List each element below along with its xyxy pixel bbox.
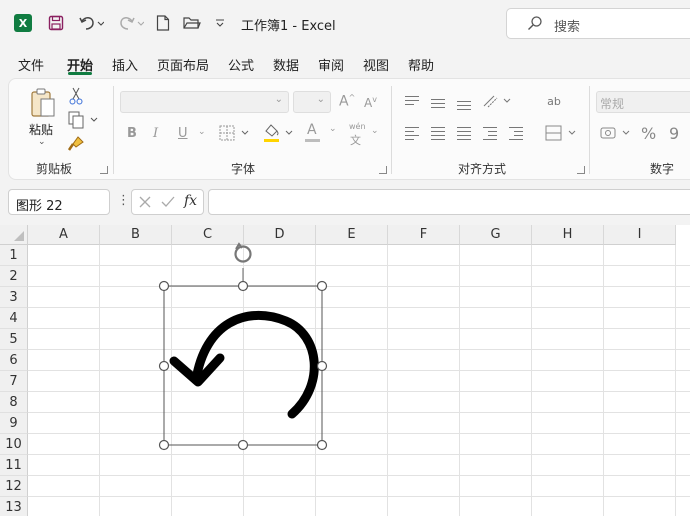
font-family-select[interactable]: ⌄ — [120, 91, 289, 113]
formula-input[interactable] — [208, 189, 690, 215]
cut-icon[interactable] — [66, 86, 86, 106]
alignment-group-label: 对齐方式 — [458, 162, 507, 176]
copy-icon[interactable] — [66, 110, 100, 130]
percent-style-button[interactable]: % — [641, 124, 656, 143]
font-group-label: 字体 — [231, 162, 256, 176]
resize-handle-w[interactable] — [158, 360, 170, 372]
comma-style-button[interactable]: 9 — [669, 124, 679, 143]
align-middle-icon[interactable] — [431, 96, 445, 108]
phonetic-bottom: 文 — [350, 134, 361, 147]
chevron-down-icon: ⌄ — [329, 124, 337, 134]
more-options-icon[interactable]: ⋮ — [117, 193, 130, 208]
grow-font-label: A — [339, 93, 349, 110]
tab-view[interactable]: 视图 — [363, 55, 389, 74]
wrap-text-glyph: ab — [547, 94, 561, 108]
resize-handle-sw[interactable] — [158, 439, 170, 451]
chevron-down-icon: ⌄ — [371, 126, 379, 136]
align-left-icon[interactable] — [405, 124, 419, 140]
resize-handle-n[interactable] — [237, 280, 249, 292]
number-group-label: 数字 — [650, 162, 675, 176]
formula-controls: fx — [131, 189, 204, 215]
align-center-icon[interactable] — [431, 124, 445, 140]
tab-review[interactable]: 审阅 — [318, 55, 344, 74]
tab-insert[interactable]: 插入 — [112, 55, 138, 74]
selection-frame — [163, 285, 323, 446]
format-painter-icon[interactable] — [66, 134, 86, 154]
increase-indent-icon[interactable] — [509, 124, 523, 140]
resize-handle-e[interactable] — [316, 360, 328, 372]
active-tab-indicator — [68, 72, 92, 75]
shrink-font-icon[interactable]: Av — [364, 95, 377, 110]
new-file-icon[interactable] — [154, 13, 172, 33]
ribbon-separator — [589, 86, 590, 174]
tab-file[interactable]: 文件 — [18, 55, 44, 74]
excel-logo-icon: X — [14, 14, 32, 32]
tab-formulas[interactable]: 公式 — [228, 55, 254, 74]
redo-icon[interactable] — [116, 13, 146, 33]
search-icon — [527, 15, 543, 34]
font-dialog-launcher-icon[interactable] — [379, 166, 387, 174]
paste-icon[interactable] — [28, 86, 58, 120]
alignment-dialog-launcher-icon[interactable] — [577, 166, 585, 174]
shrink-font-label: A — [364, 96, 373, 110]
title-bar: X 工作簿1 - Excel 搜索 — [0, 0, 690, 46]
customize-qat-icon[interactable] — [212, 13, 228, 33]
tab-data[interactable]: 数据 — [273, 55, 299, 74]
paste-dropdown-icon[interactable]: ⌄ — [38, 137, 46, 147]
merge-center-icon[interactable] — [543, 123, 579, 143]
underline-dropdown-icon[interactable]: ⌄ — [198, 127, 206, 137]
clipboard-dialog-launcher-icon[interactable] — [100, 166, 108, 174]
number-format-select[interactable]: 常规 — [596, 91, 690, 113]
font-color-letter: A — [307, 122, 317, 138]
resize-handle-se[interactable] — [316, 439, 328, 451]
open-folder-icon[interactable] — [181, 13, 203, 33]
phonetic-top: wén — [349, 122, 366, 131]
chevron-down-icon: ⌄ — [316, 94, 325, 105]
bold-button[interactable]: B — [127, 126, 137, 141]
tab-page-layout[interactable]: 页面布局 — [157, 55, 209, 74]
decrease-indent-icon[interactable] — [483, 124, 497, 140]
font-color-bar — [305, 139, 320, 142]
borders-icon[interactable] — [216, 123, 254, 143]
chevron-down-icon: ⌄ — [274, 94, 283, 105]
resize-handle-nw[interactable] — [158, 280, 170, 292]
fill-color-icon[interactable] — [260, 121, 298, 145]
wrap-text-icon[interactable]: ab — [544, 90, 564, 112]
font-size-select[interactable]: ⌄ — [293, 91, 331, 113]
font-color-icon[interactable]: A ⌄ — [302, 121, 340, 145]
document-title: 工作簿1 - Excel — [241, 19, 336, 34]
phonetic-guide-icon[interactable]: wén 文 ⌄ — [346, 122, 382, 147]
align-top-icon[interactable] — [405, 93, 419, 105]
ribbon-separator — [391, 86, 392, 174]
resize-handle-ne[interactable] — [316, 280, 328, 292]
resize-handle-s[interactable] — [237, 439, 249, 451]
italic-button[interactable]: I — [153, 126, 158, 141]
underline-button[interactable]: U — [178, 126, 188, 141]
enter-icon[interactable] — [160, 195, 176, 212]
number-format-value: 常规 — [600, 97, 625, 111]
tab-help[interactable]: 帮助 — [408, 55, 434, 74]
chevron-down-icon: ⌄ — [16, 195, 26, 208]
save-icon[interactable] — [46, 13, 66, 33]
ribbon-tabs: 文件 开始 插入 页面布局 公式 数据 审阅 视图 帮助 — [0, 46, 690, 76]
insert-function-button[interactable]: fx — [184, 193, 197, 209]
grow-font-icon[interactable]: A^ — [339, 93, 355, 110]
search-box[interactable]: 搜索 — [506, 8, 690, 39]
clipboard-group-label: 剪贴板 — [36, 162, 73, 176]
undo-arrow-shape[interactable] — [0, 225, 690, 516]
orientation-icon[interactable] — [481, 92, 513, 110]
ribbon-separator — [113, 86, 114, 174]
paste-label[interactable]: 粘贴 — [29, 121, 53, 138]
undo-icon[interactable] — [76, 13, 106, 33]
rotate-handle-icon[interactable] — [234, 242, 252, 263]
accounting-format-icon[interactable] — [598, 123, 634, 143]
align-right-icon[interactable] — [457, 124, 471, 140]
search-placeholder: 搜索 — [554, 20, 581, 35]
align-bottom-icon[interactable] — [457, 98, 471, 110]
name-box[interactable]: 图形 22 ⌄ — [8, 189, 110, 215]
cancel-icon[interactable] — [138, 195, 152, 212]
